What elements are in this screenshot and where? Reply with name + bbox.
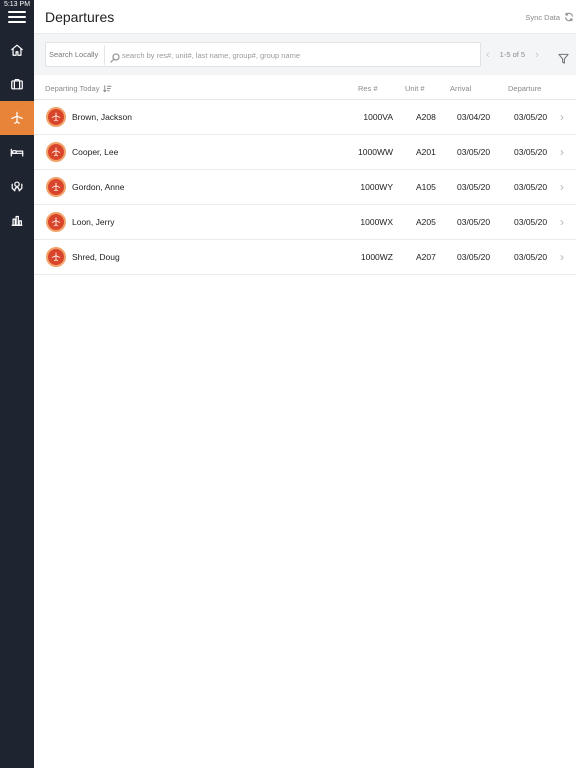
sidebar-item-reservations[interactable] [0,67,34,101]
airplane-icon [51,217,61,227]
avatar [46,212,66,232]
avatar [46,107,66,127]
search-input[interactable] [122,46,474,64]
avatar [46,177,66,197]
sidebar-item-departures[interactable] [0,101,34,135]
unit-number: A105 [416,182,436,192]
sidebar: 5:13 PM [0,0,34,768]
column-header-name[interactable]: Departing Today [45,84,113,93]
departure-date: 03/05/20 [514,112,548,122]
menu-icon[interactable] [8,11,26,23]
avatar [46,142,66,162]
arrival-date: 03/05/20 [457,252,491,262]
departure-date: 03/05/20 [514,252,548,262]
avatar [46,247,66,267]
search-box: Search Locally [45,42,481,67]
table-header: Departing Today Res # Unit # Arrival Dep… [34,76,576,100]
table-row[interactable]: Cooper, Lee 1000WW A201 03/05/20 03/05/2… [34,135,576,170]
res-number: 1000WW [358,147,393,157]
guest-name: Gordon, Anne [72,182,125,192]
table-row[interactable]: Loon, Jerry 1000WX A205 03/05/20 03/05/2… [34,205,576,240]
departure-date: 03/05/20 [514,182,548,192]
unit-number: A207 [416,252,436,262]
chevron-right-icon: › [560,110,564,124]
sidebar-item-housekeeping[interactable] [0,135,34,169]
guest-name: Loon, Jerry [72,217,115,227]
sidebar-item-home[interactable] [0,33,34,67]
column-header-unit[interactable]: Unit # [405,84,425,93]
chevron-right-icon: › [560,215,564,229]
arrival-date: 03/05/20 [457,147,491,157]
pager: ‹ 1-5 of 5 › [486,49,539,60]
sort-icon[interactable] [103,84,113,93]
column-header-departure[interactable]: Departure [508,84,541,93]
chevron-right-icon: › [560,250,564,264]
res-number: 1000WX [360,217,393,227]
unit-number: A205 [416,217,436,227]
guest-name: Brown, Jackson [72,112,132,122]
column-header-arrival[interactable]: Arrival [450,84,471,93]
res-number: 1000WY [360,182,393,192]
airplane-icon [51,147,61,157]
table-row[interactable]: Brown, Jackson 1000VA A208 03/04/20 03/0… [34,100,576,135]
departure-date: 03/05/20 [514,217,548,227]
arrival-date: 03/04/20 [457,112,491,122]
guest-name: Shred, Doug [72,252,120,262]
status-time: 5:13 PM [3,1,31,8]
airplane-icon [51,182,61,192]
filter-icon[interactable] [558,51,569,64]
bar-chart-icon [11,215,23,226]
table-row[interactable]: Shred, Doug 1000WZ A207 03/05/20 03/05/2… [34,240,576,275]
arrival-date: 03/05/20 [457,182,491,192]
page-title: Departures [45,9,115,25]
guest-name: Cooper, Lee [72,147,119,157]
hands-icon [11,181,23,192]
bed-icon [10,148,24,157]
unit-number: A201 [416,147,436,157]
res-number: 1000VA [363,112,393,122]
search-scope-label[interactable]: Search Locally [49,50,98,59]
pager-text: 1-5 of 5 [499,50,526,59]
previous-page-icon[interactable]: ‹ [486,49,490,60]
departure-date: 03/05/20 [514,147,548,157]
search-toolbar: Search Locally ‹ 1-5 of 5 › [34,33,576,75]
suitcase-icon [11,79,23,90]
res-number: 1000WZ [360,252,393,262]
table-row[interactable]: Gordon, Anne 1000WY A105 03/05/20 03/05/… [34,170,576,205]
airplane-icon [11,111,23,124]
refresh-icon [565,12,573,22]
chevron-right-icon: › [560,145,564,159]
sidebar-item-guest-services[interactable] [0,169,34,203]
airplane-icon [51,252,61,262]
search-divider [104,45,105,65]
sidebar-item-reports[interactable] [0,203,34,237]
home-icon [11,44,23,56]
sync-data-label: Sync Data [525,12,560,22]
next-page-icon[interactable]: › [535,49,539,60]
search-icon [110,50,120,63]
column-header-res[interactable]: Res # [358,84,378,93]
chevron-right-icon: › [560,180,564,194]
unit-number: A208 [416,112,436,122]
airplane-icon [51,112,61,122]
sync-data-button[interactable]: Sync Data [525,12,574,22]
main-content: Departures Sync Data Search Locally ‹ 1-… [34,0,576,768]
arrival-date: 03/05/20 [457,217,491,227]
